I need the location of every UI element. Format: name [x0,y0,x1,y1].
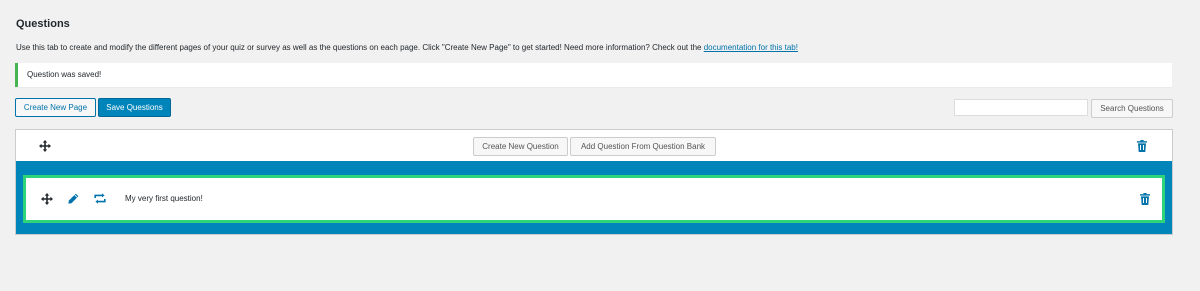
move-icon[interactable] [39,140,51,152]
section-title: Questions [16,18,70,30]
intro-text: Use this tab to create and modify the di… [16,43,798,52]
documentation-link[interactable]: documentation for this tab! [704,43,798,52]
create-new-question-button[interactable]: Create New Question [473,137,568,156]
question-title: My very first question! [125,194,203,203]
duplicate-icon[interactable] [94,193,106,204]
search-questions-input[interactable] [954,99,1088,116]
trash-icon[interactable] [1137,140,1147,152]
page-header: Create New Question Add Question From Qu… [16,130,1172,161]
trash-icon[interactable] [1140,193,1150,205]
success-notice: Question was saved! [15,63,1172,87]
add-question-from-bank-button[interactable]: Add Question From Question Bank [570,137,716,156]
question-item: My very first question! [23,175,1165,223]
quiz-page: Create New Question Add Question From Qu… [15,129,1173,235]
create-new-page-button[interactable]: Create New Page [15,98,96,117]
notice-text: Question was saved! [27,70,102,79]
intro-body: Use this tab to create and modify the di… [16,43,704,52]
search-questions-button[interactable]: Search Questions [1091,99,1173,118]
save-questions-button[interactable]: Save Questions [98,98,171,117]
edit-pencil-icon[interactable] [68,193,79,204]
move-icon[interactable] [41,193,53,205]
